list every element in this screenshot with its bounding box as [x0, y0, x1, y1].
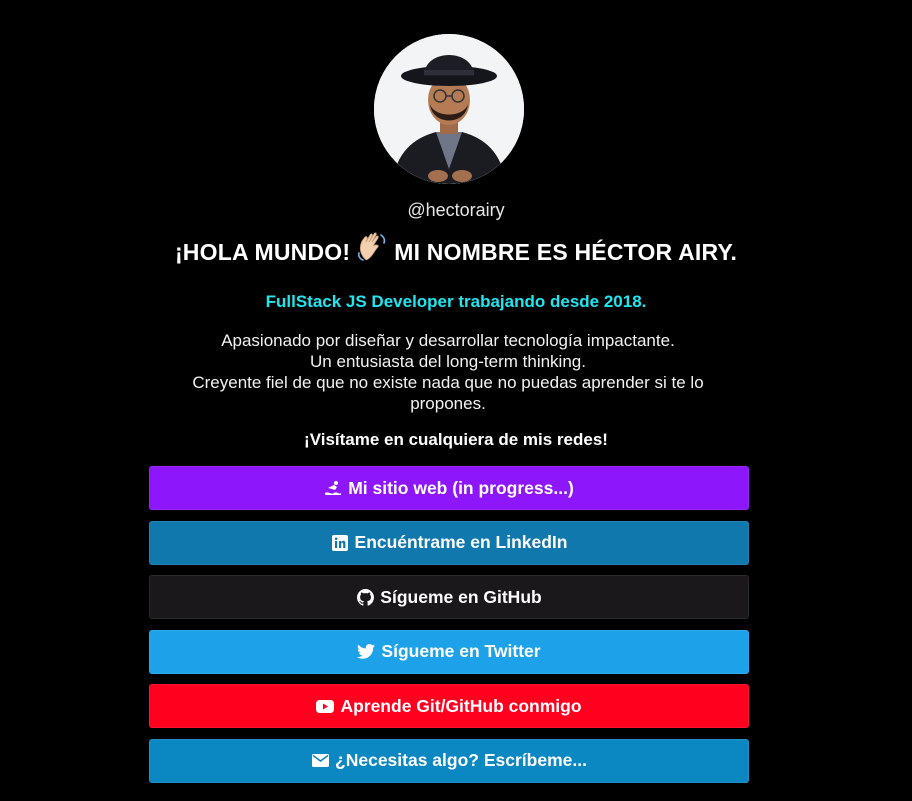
youtube-link-button[interactable]: Aprende Git/GitHub conmigo	[149, 684, 749, 729]
headline-greeting: ¡HOLA MUNDO!	[174, 238, 351, 265]
profile-page: @hectorairy ¡HOLA MUNDO! MI NOMBRE ES HÉ…	[0, 0, 912, 801]
link-label: ¿Necesitas algo? Escríbeme...	[335, 750, 587, 771]
username-handle: @hectorairy	[407, 200, 505, 220]
twitter-link-button[interactable]: Sígueme en Twitter	[149, 629, 749, 674]
link-label: Sígueme en Twitter	[381, 641, 541, 662]
page-title: ¡HOLA MUNDO! MI NOMBRE ES HÉCTOR AIRY.	[0, 232, 912, 268]
linkedin-link-button[interactable]: Encuéntrame en LinkedIn	[149, 520, 749, 565]
surfer-icon	[324, 479, 342, 497]
github-link-button[interactable]: Sígueme en GitHub	[149, 575, 749, 620]
bio-line: Creyente fiel de que no existe nada que …	[192, 373, 704, 413]
link-label: Sígueme en GitHub	[380, 586, 542, 607]
link-label: Mi sitio web (in progress...)	[348, 477, 574, 498]
youtube-icon	[316, 697, 335, 715]
linkedin-icon	[331, 534, 349, 552]
mail-icon	[311, 752, 329, 770]
headline-name: MI NOMBRE ES HÉCTOR AIRY.	[394, 238, 738, 265]
avatar	[374, 34, 524, 184]
waving-hand-icon	[356, 231, 388, 263]
bio-line: Apasionado por diseñar y desarrollar tec…	[221, 331, 675, 350]
website-link-button[interactable]: Mi sitio web (in progress...)	[149, 466, 749, 510]
role-subtitle: FullStack JS Developer trabajando desde …	[265, 292, 647, 311]
email-link-button[interactable]: ¿Necesitas algo? Escríbeme...	[149, 738, 749, 783]
link-label: Aprende Git/GitHub conmigo	[340, 695, 582, 716]
avatar-photo	[374, 34, 524, 184]
twitter-icon	[357, 643, 376, 661]
link-label: Encuéntrame en LinkedIn	[354, 532, 568, 553]
bio-line: Un entusiasta del long-term thinking.	[310, 352, 586, 371]
github-icon	[356, 588, 374, 606]
social-cta: ¡Visítame en cualquiera de mis redes!	[304, 430, 608, 449]
link-list: Mi sitio web (in progress...) Encuéntram…	[149, 466, 749, 794]
bio: Apasionado por diseñar y desarrollar tec…	[160, 330, 736, 414]
